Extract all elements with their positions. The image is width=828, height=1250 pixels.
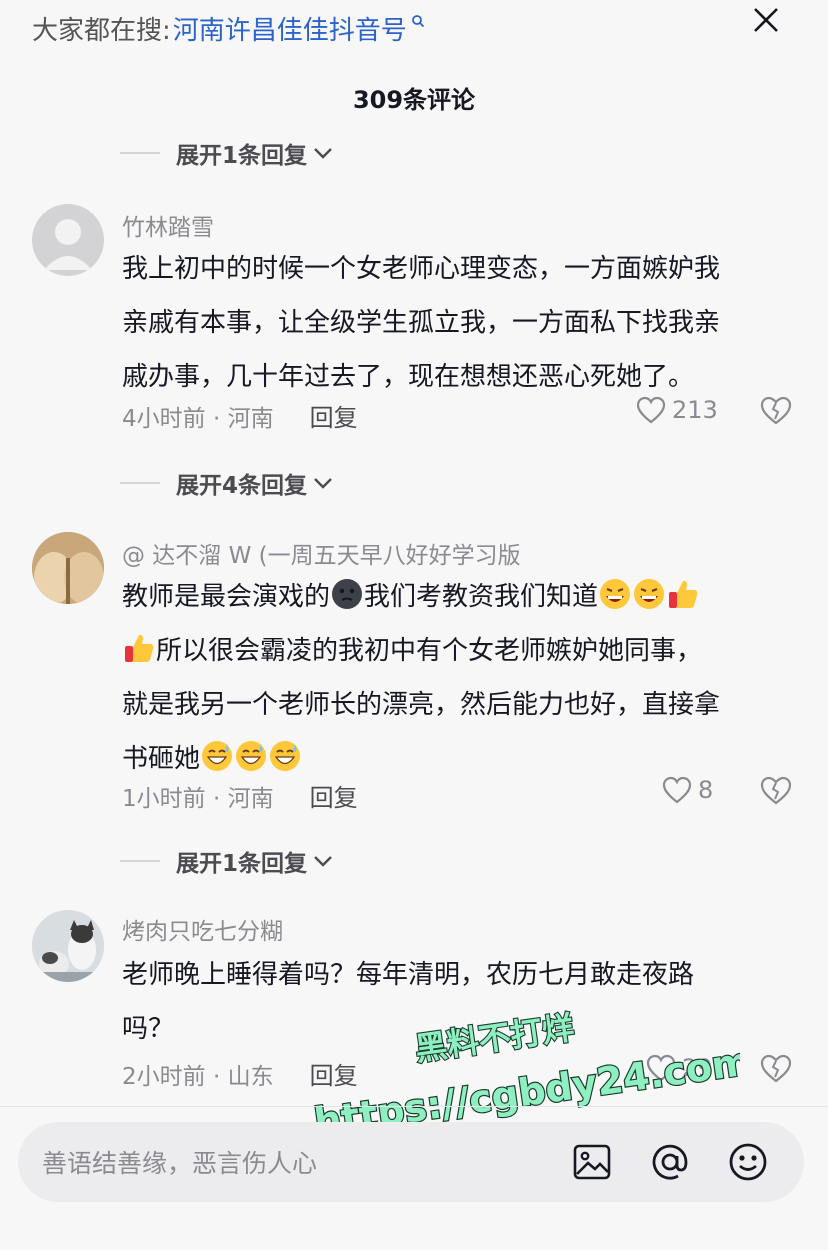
comment-text-segment: 书砸她 [122,744,201,774]
like-button[interactable]: 29 [646,1054,713,1082]
comment-time-location: 1小时前 · 河南 [122,785,274,812]
trending-search-query[interactable]: 河南许昌佳佳抖音号 [173,10,407,47]
comment-text-line: 老师晚上睡得着吗？每年清明，农历七月敢走夜路 [122,960,695,990]
bottom-divider [0,1106,828,1107]
trending-search-bar[interactable]: 大家都在搜: 河南许昌佳佳抖音号 [32,6,425,50]
image-icon [573,1144,611,1180]
laughing-emoji-icon [634,579,665,609]
close-icon [754,8,778,32]
avatar[interactable] [32,204,104,276]
dislike-button[interactable] [760,1054,792,1088]
close-button[interactable] [744,0,788,40]
comment-text-line: 我上初中的时候一个女老师心理变态，一方面嫉妒我 [122,254,721,284]
heart-icon [662,776,692,804]
comment-meta: 1小时前 · 河南 回复 [122,778,358,813]
heart-icon [636,396,666,424]
comment-text-segment: 所以很会霸凌的我初中有个女老师嫉妒她同事， [156,636,703,666]
like-count: 29 [682,1054,713,1082]
dislike-button[interactable] [760,776,792,810]
comment-username[interactable]: 竹林踏雪 [122,208,214,242]
expand-replies-button[interactable]: 展开1条回复 [120,844,333,878]
mention-button[interactable] [648,1140,692,1184]
comment-text-line: 所以很会霸凌的我初中有个女老师嫉妒她同事， [122,624,802,678]
comment-text: 老师晚上睡得着吗？每年清明，农历七月敢走夜路 吗？ [122,948,802,1056]
grinning-sweat-emoji-icon [202,741,233,771]
trending-search-prefix: 大家都在搜: [32,15,171,46]
avatar[interactable] [32,532,104,604]
comment-input-placeholder[interactable]: 善语结善缘，恶言伤人心 [42,1144,570,1180]
expand-replies-label: 展开1条回复 [176,143,308,169]
comment-meta: 2小时前 · 山东 回复 [122,1056,358,1091]
laughing-emoji-icon [600,579,631,609]
default-avatar-icon [44,219,92,270]
dark-face-emoji-icon [332,579,363,609]
expand-replies-label: 展开1条回复 [176,851,308,877]
thumbs-up-emoji-icon [669,580,698,608]
like-button[interactable]: 213 [636,396,718,424]
comment-meta: 4小时前 · 河南 回复 [122,398,358,433]
heart-icon [646,1054,676,1082]
like-button[interactable]: 8 [662,776,713,804]
expand-replies-label: 展开4条回复 [176,473,308,499]
comment-text-line: 就是我另一个老师长的漂亮，然后能力也好，直接拿 [122,690,721,720]
expand-replies-button[interactable]: 展开1条回复 [120,136,333,170]
comment-text-line: 教师是最会演戏的 我们考教资我们知道 [122,570,802,624]
comment-input-bar[interactable]: 善语结善缘，恶言伤人心 [18,1122,804,1202]
broken-heart-icon [760,396,792,425]
chevron-down-icon [314,856,332,867]
reply-button[interactable]: 回复 [310,1056,358,1091]
reply-button[interactable]: 回复 [310,398,358,433]
avatar[interactable] [32,910,104,982]
chevron-down-icon [314,478,332,489]
comment-time-location: 2小时前 · 山东 [122,1063,274,1090]
emoji-button[interactable] [726,1140,770,1184]
reply-button[interactable]: 回复 [310,778,358,813]
broken-heart-icon [760,776,792,805]
divider-line [120,860,160,862]
expand-replies-button[interactable]: 展开4条回复 [120,466,333,500]
dislike-button[interactable] [760,396,792,430]
search-icon [411,15,424,28]
cats-avatar-image [32,910,104,982]
divider-line [120,152,160,154]
comment-text-line: 亲戚有本事，让全级学生孤立我，一方面私下找我亲 [122,308,721,338]
image-button[interactable] [570,1140,614,1184]
comment-text-line: 吗？ [122,1014,175,1044]
at-sign-icon [652,1144,688,1180]
smiley-icon [729,1143,767,1181]
like-count: 213 [672,396,718,424]
comment-username[interactable]: @ 达不溜 W (一周五天早八好好学习版 [122,536,521,570]
thumbs-up-emoji-icon [125,634,154,662]
comment-text: 我上初中的时候一个女老师心理变态，一方面嫉妒我 亲戚有本事，让全级学生孤立我，一… [122,242,802,404]
grinning-sweat-emoji-icon [236,741,267,771]
broken-heart-icon [760,1054,792,1083]
comment-text: 教师是最会演戏的 我们考教资我们知道 所以很会霸凌的我初中有个女老师嫉妒她同事， … [122,570,802,786]
chevron-down-icon [314,148,332,159]
comment-time-location: 4小时前 · 河南 [122,405,274,432]
comment-text-segment: 教师是最会演戏的 [122,582,331,612]
comment-count-title: 309条评论 [352,86,476,114]
comment-text-segment: 我们考教资我们知道 [364,582,599,612]
comment-username[interactable]: 烤肉只吃七分糊 [122,912,283,946]
avatar-image [32,532,104,604]
like-count: 8 [698,776,714,804]
grinning-sweat-emoji-icon [270,741,301,771]
divider-line [120,482,160,484]
